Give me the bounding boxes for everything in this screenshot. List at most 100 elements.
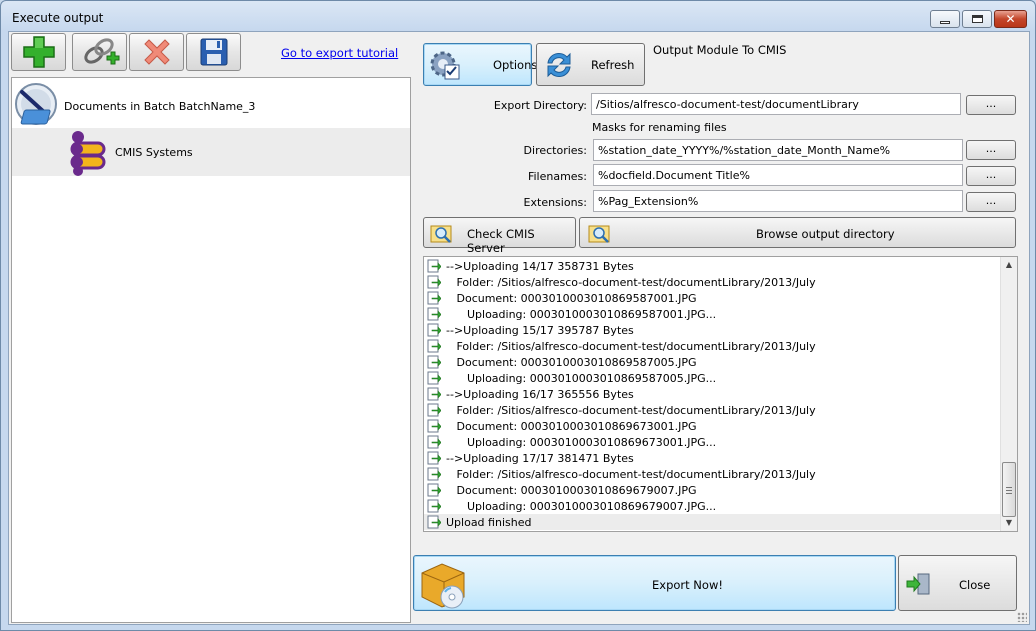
log-row-text: Uploading: 0003010003010869587005.JPG... (446, 371, 717, 385)
scroll-down-arrow-icon[interactable]: ▼ (1001, 515, 1017, 531)
directories-mask-button[interactable]: ... (966, 140, 1016, 160)
log-row[interactable]: -->Uploading 16/17 365556 Bytes (424, 386, 1002, 402)
gear-icon (430, 51, 460, 80)
export-tutorial-link[interactable]: Go to export tutorial (281, 46, 398, 60)
add-button[interactable] (11, 33, 66, 71)
window-close-button[interactable]: ✕ (994, 10, 1027, 28)
log-row[interactable]: Document: 0003010003010869673001.JPG (424, 418, 1002, 434)
log-row-text: Folder: /Sitios/alfresco-document-test/d… (446, 403, 816, 417)
log-row[interactable]: Document: 0003010003010869587005.JPG (424, 354, 1002, 370)
window-title: Execute output (12, 11, 104, 25)
extensions-mask-button[interactable]: ... (966, 192, 1016, 212)
scroll-thumb[interactable] (1002, 462, 1016, 517)
title-bar: Execute output ✕ (1, 1, 1035, 31)
browse-export-directory-button[interactable]: ... (966, 95, 1016, 115)
browse-output-directory-label: Browse output directory (756, 227, 895, 241)
delete-button[interactable] (129, 33, 184, 71)
upload-arrow-icon (427, 451, 442, 465)
log-row[interactable]: Uploading: 0003010003010869587005.JPG... (424, 370, 1002, 386)
log-row-text: Document: 0003010003010869587001.JPG (446, 291, 697, 305)
tree-item-cmis-systems[interactable]: CMIS Systems (12, 128, 410, 176)
export-now-label: Export Now! (652, 578, 723, 592)
add-link-icon (83, 38, 119, 65)
upload-arrow-icon (427, 499, 442, 513)
close-button[interactable]: Close (898, 555, 1017, 611)
log-row-text: Folder: /Sitios/alfresco-document-test/d… (446, 339, 816, 353)
upload-arrow-icon (427, 435, 442, 449)
log-row[interactable]: Upload finished (424, 514, 1002, 530)
refresh-label: Refresh (591, 58, 635, 72)
minimize-button[interactable] (930, 10, 960, 28)
refresh-button[interactable]: Refresh (536, 43, 645, 86)
tree-item-documents[interactable]: Documents in Batch BatchName_3 (12, 80, 410, 126)
resize-grip[interactable] (1017, 612, 1027, 622)
log-row-text: -->Uploading 14/17 358731 Bytes (446, 259, 634, 273)
export-now-button[interactable]: Export Now! (413, 555, 896, 611)
scroll-up-arrow-icon[interactable]: ▲ (1001, 257, 1017, 273)
log-row[interactable]: Folder: /Sitios/alfresco-document-test/d… (424, 274, 1002, 290)
log-row[interactable]: Folder: /Sitios/alfresco-document-test/d… (424, 466, 1002, 482)
upload-log-list[interactable]: -->Uploading 14/17 358731 Bytes Folder: … (423, 256, 1018, 532)
exit-door-icon (906, 573, 930, 595)
log-row[interactable]: Uploading: 0003010003010869679007.JPG... (424, 498, 1002, 514)
save-button[interactable] (186, 33, 241, 71)
log-row[interactable]: Folder: /Sitios/alfresco-document-test/d… (424, 402, 1002, 418)
export-directory-field[interactable]: /Sitios/alfresco-document-test/documentL… (591, 93, 961, 115)
browse-output-directory-button[interactable]: Browse output directory (579, 217, 1016, 248)
upload-arrow-icon (427, 323, 442, 337)
upload-arrow-icon (427, 259, 442, 273)
directories-mask-field[interactable]: %station_date_YYYY%/%station_date_Month_… (593, 139, 963, 161)
check-cmis-server-button[interactable]: Check CMIS Server (423, 217, 576, 255)
log-row-text: Uploading: 0003010003010869587001.JPG... (446, 307, 717, 321)
filenames-label: Filenames: (527, 170, 587, 183)
log-row-text: -->Uploading 15/17 395787 Bytes (446, 323, 634, 337)
check-cmis-server-label: Check CMIS Server (467, 227, 535, 255)
check-server-icon (430, 225, 452, 243)
options-button[interactable]: Options (423, 43, 537, 86)
log-scrollbar[interactable]: ▲ ▼ (1000, 257, 1017, 531)
upload-arrow-icon (427, 355, 442, 369)
delete-x-icon (143, 39, 170, 65)
browse-folder-icon (588, 225, 610, 243)
maximize-button[interactable] (962, 10, 992, 28)
refresh-icon (547, 52, 571, 78)
upload-arrow-icon (427, 339, 442, 353)
log-row[interactable]: -->Uploading 14/17 358731 Bytes (424, 258, 1002, 274)
batch-tree[interactable]: Documents in Batch BatchName_3 CMIS Syst… (11, 77, 411, 623)
filenames-mask-button[interactable]: ... (966, 166, 1016, 186)
filenames-mask-field[interactable]: %docfield.Document Title% (593, 164, 963, 186)
upload-arrow-icon (427, 419, 442, 433)
upload-arrow-icon (427, 483, 442, 497)
log-row-text: -->Uploading 17/17 381471 Bytes (446, 451, 634, 465)
log-row-text: Folder: /Sitios/alfresco-document-test/d… (446, 467, 816, 481)
extensions-label: Extensions: (523, 196, 587, 209)
log-row-text: Upload finished (446, 515, 532, 529)
log-row-text: -->Uploading 16/17 365556 Bytes (446, 387, 634, 401)
log-row[interactable]: Document: 0003010003010869679007.JPG (424, 482, 1002, 498)
tree-item-label: Documents in Batch BatchName_3 (64, 100, 256, 113)
close-label: Close (959, 578, 991, 592)
log-row[interactable]: Uploading: 0003010003010869587001.JPG... (424, 306, 1002, 322)
log-row[interactable]: -->Uploading 15/17 395787 Bytes (424, 322, 1002, 338)
log-row[interactable]: Folder: /Sitios/alfresco-document-test/d… (424, 338, 1002, 354)
add-link-button[interactable] (72, 33, 127, 71)
module-title: Output Module To CMIS (653, 43, 787, 57)
log-row[interactable]: -->Uploading 17/17 381471 Bytes (424, 450, 1002, 466)
documents-batch-icon (15, 83, 57, 125)
close-icon: ✕ (1005, 12, 1016, 26)
upload-arrow-icon (427, 371, 442, 385)
log-row[interactable]: Document: 0003010003010869587001.JPG (424, 290, 1002, 306)
upload-arrow-icon (427, 467, 442, 481)
extensions-mask-field[interactable]: %Pag_Extension% (593, 190, 963, 212)
upload-arrow-icon (427, 403, 442, 417)
upload-arrow-icon (427, 275, 442, 289)
dialog-body: Go to export tutorial Documents in Batch… (8, 31, 1030, 625)
options-label: Options (493, 58, 538, 72)
package-cd-icon (421, 563, 465, 609)
log-row-text: Document: 0003010003010869673001.JPG (446, 419, 697, 433)
floppy-disk-icon (200, 38, 227, 66)
window: Execute output ✕ Go to export tutorial D… (0, 0, 1036, 631)
masks-label: Masks for renaming files (592, 121, 727, 134)
log-row[interactable]: Uploading: 0003010003010869673001.JPG... (424, 434, 1002, 450)
upload-arrow-icon (427, 307, 442, 321)
